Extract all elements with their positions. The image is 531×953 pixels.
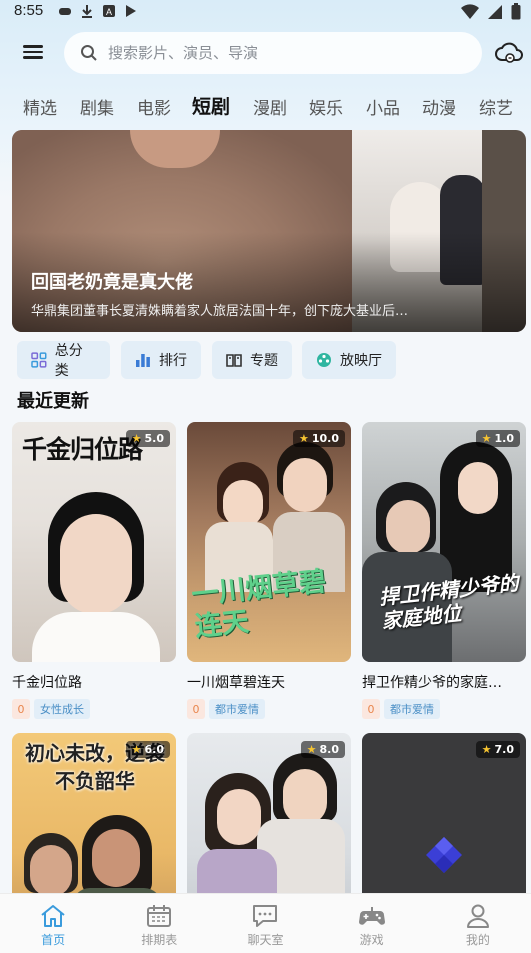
status-bar: 8:55 A [0, 0, 531, 24]
card-title[interactable]: 一川烟草碧连天 [187, 672, 351, 692]
nav-label: 我的 [465, 933, 490, 947]
episode-count-tag: 0 [362, 699, 380, 719]
rating-value: 5.0 [144, 432, 165, 445]
tab-zongyi[interactable]: 综艺 [479, 94, 513, 119]
quick-link-label: 专题 [250, 353, 278, 369]
quick-link-ranking[interactable]: 排行 [121, 341, 201, 379]
quick-link-label: 排行 [159, 353, 187, 369]
tab-xiaopin[interactable]: 小品 [366, 94, 400, 119]
tab-dianying[interactable]: 电影 [137, 94, 171, 119]
gamepad-icon [358, 907, 385, 925]
notification-icons: A [58, 4, 138, 18]
rating-badge: ★ 6.0 [125, 741, 170, 758]
rating-badge: ★ 7.0 [475, 741, 520, 758]
home-icon [41, 905, 65, 927]
quick-link-categories[interactable]: 总分类 [17, 341, 110, 379]
nav-label: 游戏 [359, 933, 384, 947]
nav-label: 聊天室 [247, 933, 284, 947]
poster-image[interactable]: 一川烟草碧连天 ★ 10.0 [187, 422, 351, 662]
genre-tag[interactable]: 都市爱情 [384, 699, 440, 719]
nav-schedule[interactable]: 排期表 [106, 894, 212, 953]
drama-card[interactable]: 一川烟草碧连天 ★ 10.0 一川烟草碧连天 0 都市爱情 [187, 422, 351, 719]
nav-games[interactable]: 游戏 [319, 894, 425, 953]
star-icon: ★ [131, 432, 142, 445]
tab-duanju[interactable]: 短剧 [192, 92, 230, 119]
rating-value: 8.0 [319, 743, 340, 756]
genre-tag[interactable]: 都市爱情 [209, 699, 265, 719]
bar-chart-icon [136, 354, 150, 367]
tab-juji[interactable]: 剧集 [80, 94, 114, 119]
film-reel-icon [317, 353, 331, 367]
play-store-icon [126, 5, 136, 17]
nav-profile[interactable]: 我的 [425, 894, 531, 953]
rating-value: 1.0 [494, 432, 515, 445]
rating-value: 7.0 [494, 743, 515, 756]
episode-count-tag: 0 [12, 699, 30, 719]
episode-count-tag: 0 [187, 699, 205, 719]
svg-text:A: A [106, 7, 112, 17]
rating-badge: ★ 10.0 [292, 430, 345, 447]
search-bar[interactable] [64, 32, 482, 74]
card-title[interactable]: 捍卫作精少爷的家庭… [362, 672, 526, 692]
rating-badge: ★ 5.0 [125, 430, 170, 447]
rating-value: 6.0 [144, 743, 165, 756]
quick-link-label: 总分类 [54, 343, 83, 379]
user-icon [466, 904, 489, 928]
genre-tag[interactable]: 女性成长 [34, 699, 90, 719]
card-tags: 0 都市爱情 [362, 699, 526, 719]
tab-manju[interactable]: 漫剧 [253, 94, 287, 119]
bottom-nav: 首页 排期表 聊天室 游戏 我的 [0, 893, 531, 953]
card-tags: 0 都市爱情 [187, 699, 351, 719]
placeholder-logo-icon [426, 837, 462, 873]
quick-link-topics[interactable]: 专题 [212, 341, 292, 379]
poster-title-text: 千金归位路 [22, 435, 143, 464]
signal-icon [488, 4, 502, 19]
tab-yule[interactable]: 娱乐 [309, 94, 343, 119]
rating-value: 10.0 [311, 432, 339, 445]
rating-badge: ★ 1.0 [475, 430, 520, 447]
drama-card[interactable]: 千金归位路 ★ 5.0 千金归位路 0 女性成长 [12, 422, 176, 719]
status-time: 8:55 [14, 2, 44, 19]
rating-badge: ★ 8.0 [300, 741, 345, 758]
app-a-icon: A [103, 5, 115, 17]
quick-link-label: 放映厅 [340, 353, 382, 369]
cloud-sync-icon[interactable] [494, 38, 524, 68]
tab-jingxuan[interactable]: 精选 [23, 94, 57, 119]
banner-description: 华鼎集团董事长夏清姝瞒着家人旅居法国十年，创下庞大基业后… [31, 304, 409, 319]
book-icon [226, 354, 242, 367]
search-icon [81, 45, 97, 61]
banner-title: 回国老奶竟是真大佬 [31, 272, 193, 293]
nav-chatroom[interactable]: 聊天室 [212, 894, 318, 953]
system-icons [461, 3, 521, 20]
section-title-recent: 最近更新 [17, 391, 89, 412]
star-icon: ★ [481, 432, 492, 445]
tab-dongman[interactable]: 动漫 [422, 94, 456, 119]
category-tabs: 精选 剧集 电影 短剧 漫剧 娱乐 小品 动漫 综艺 [0, 88, 531, 124]
download-icon [82, 5, 92, 18]
game-controller-icon [59, 8, 71, 15]
nav-home[interactable]: 首页 [0, 894, 106, 953]
grid-icon [31, 352, 47, 368]
featured-banner[interactable]: 回国老奶竟是真大佬 华鼎集团董事长夏清姝瞒着家人旅居法国十年，创下庞大基业后… [12, 130, 526, 332]
menu-button[interactable] [20, 42, 46, 64]
star-icon: ★ [306, 743, 317, 756]
star-icon: ★ [298, 432, 309, 445]
drama-card[interactable]: 捍卫作精少爷的家庭地位 ★ 1.0 捍卫作精少爷的家庭… 0 都市爱情 [362, 422, 526, 719]
card-title[interactable]: 千金归位路 [12, 672, 176, 692]
quick-link-cinema[interactable]: 放映厅 [302, 341, 396, 379]
card-tags: 0 女性成长 [12, 699, 176, 719]
poster-image[interactable]: 捍卫作精少爷的家庭地位 ★ 1.0 [362, 422, 526, 662]
nav-label: 首页 [41, 933, 66, 947]
wifi-icon [461, 3, 479, 19]
search-input[interactable] [108, 44, 438, 62]
battery-icon [511, 3, 521, 20]
star-icon: ★ [131, 743, 142, 756]
calendar-icon [147, 905, 172, 927]
chat-icon [253, 905, 278, 927]
poster-image[interactable]: 千金归位路 ★ 5.0 [12, 422, 176, 662]
nav-label: 排期表 [141, 933, 178, 947]
star-icon: ★ [481, 743, 492, 756]
